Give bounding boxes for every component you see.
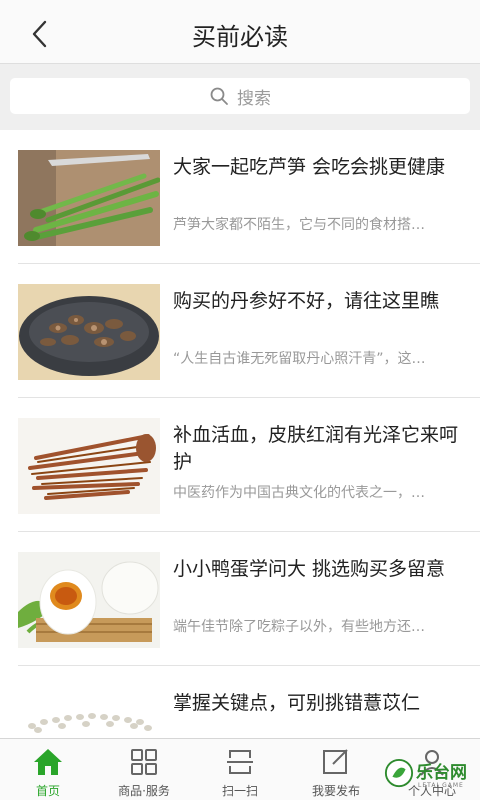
header: 买前必读: [0, 0, 480, 64]
watermark-subtext: LETAI GAME: [418, 782, 464, 789]
search-icon: [210, 87, 228, 105]
article-thumbnail-angelica: [18, 418, 160, 514]
tab-scan[interactable]: 扫一扫: [192, 739, 288, 800]
grid-icon: [131, 749, 157, 775]
tab-label: 扫一扫: [221, 784, 258, 798]
article-thumbnail-danshen: [18, 284, 160, 380]
tab-home[interactable]: 首页: [0, 739, 96, 800]
search-bar: 搜索: [0, 64, 480, 130]
article-desc: 芦笋大家都不陌生，它与不同的食材搭…: [173, 217, 425, 233]
article-title: 补血活血，皮肤红润有光泽它来呵护: [173, 424, 458, 473]
article-list[interactable]: 大家一起吃芦笋 会吃会挑更健康 芦笋大家都不陌生，它与不同的食材搭… 购买的丹参…: [0, 130, 480, 738]
tab-label: 首页: [35, 784, 60, 798]
article-desc: 端午佳节除了吃粽子以外，有些地方还…: [173, 619, 425, 635]
tab-label: 商品·服务: [118, 784, 170, 798]
article-thumbnail-duck-egg: [18, 552, 160, 648]
article-item-duck-egg[interactable]: 小小鸭蛋学问大 挑选购买多留意 端午佳节除了吃粽子以外，有些地方还…: [0, 532, 480, 666]
tab-publish[interactable]: 我要发布: [288, 739, 384, 800]
article-item-danshen[interactable]: 购买的丹参好不好，请往这里瞧 “人生自古谁无死留取丹心照汗青”，这…: [0, 264, 480, 398]
page-title: 买前必读: [192, 23, 288, 51]
watermark-logo-icon: [384, 758, 414, 788]
tab-products-services[interactable]: 商品·服务: [96, 739, 192, 800]
watermark: 乐台网 LETAI GAME: [382, 752, 478, 796]
article-desc: “人生自古谁无死留取丹心照汗青”，这…: [173, 351, 426, 367]
article-title: 购买的丹参好不好，请往这里瞧: [173, 290, 440, 312]
home-icon: [34, 749, 62, 775]
article-item-coix-seed[interactable]: 掌握关键点，可别挑错薏苡仁: [0, 666, 480, 738]
article-title: 小小鸭蛋学问大 挑选购买多留意: [173, 558, 446, 580]
edit-icon: [323, 749, 348, 774]
search-placeholder: 搜索: [237, 88, 271, 109]
watermark-text: 乐台网: [416, 763, 467, 783]
article-desc: 中医药作为中国古典文化的代表之一，…: [173, 485, 425, 501]
article-item-asparagus[interactable]: 大家一起吃芦笋 会吃会挑更健康 芦笋大家都不陌生，它与不同的食材搭…: [0, 130, 480, 264]
article-thumbnail-asparagus: [18, 150, 160, 246]
search-input[interactable]: 搜索: [10, 78, 470, 114]
scan-icon: [227, 750, 253, 774]
article-item-angelica[interactable]: 补血活血，皮肤红润有光泽它来呵护 中医药作为中国古典文化的代表之一，…: [0, 398, 480, 532]
article-title: 掌握关键点，可别挑错薏苡仁: [173, 692, 421, 714]
article-thumbnail-coix-seed: [18, 686, 160, 738]
article-title: 大家一起吃芦笋 会吃会挑更健康: [173, 156, 446, 178]
tab-label: 我要发布: [311, 784, 360, 798]
